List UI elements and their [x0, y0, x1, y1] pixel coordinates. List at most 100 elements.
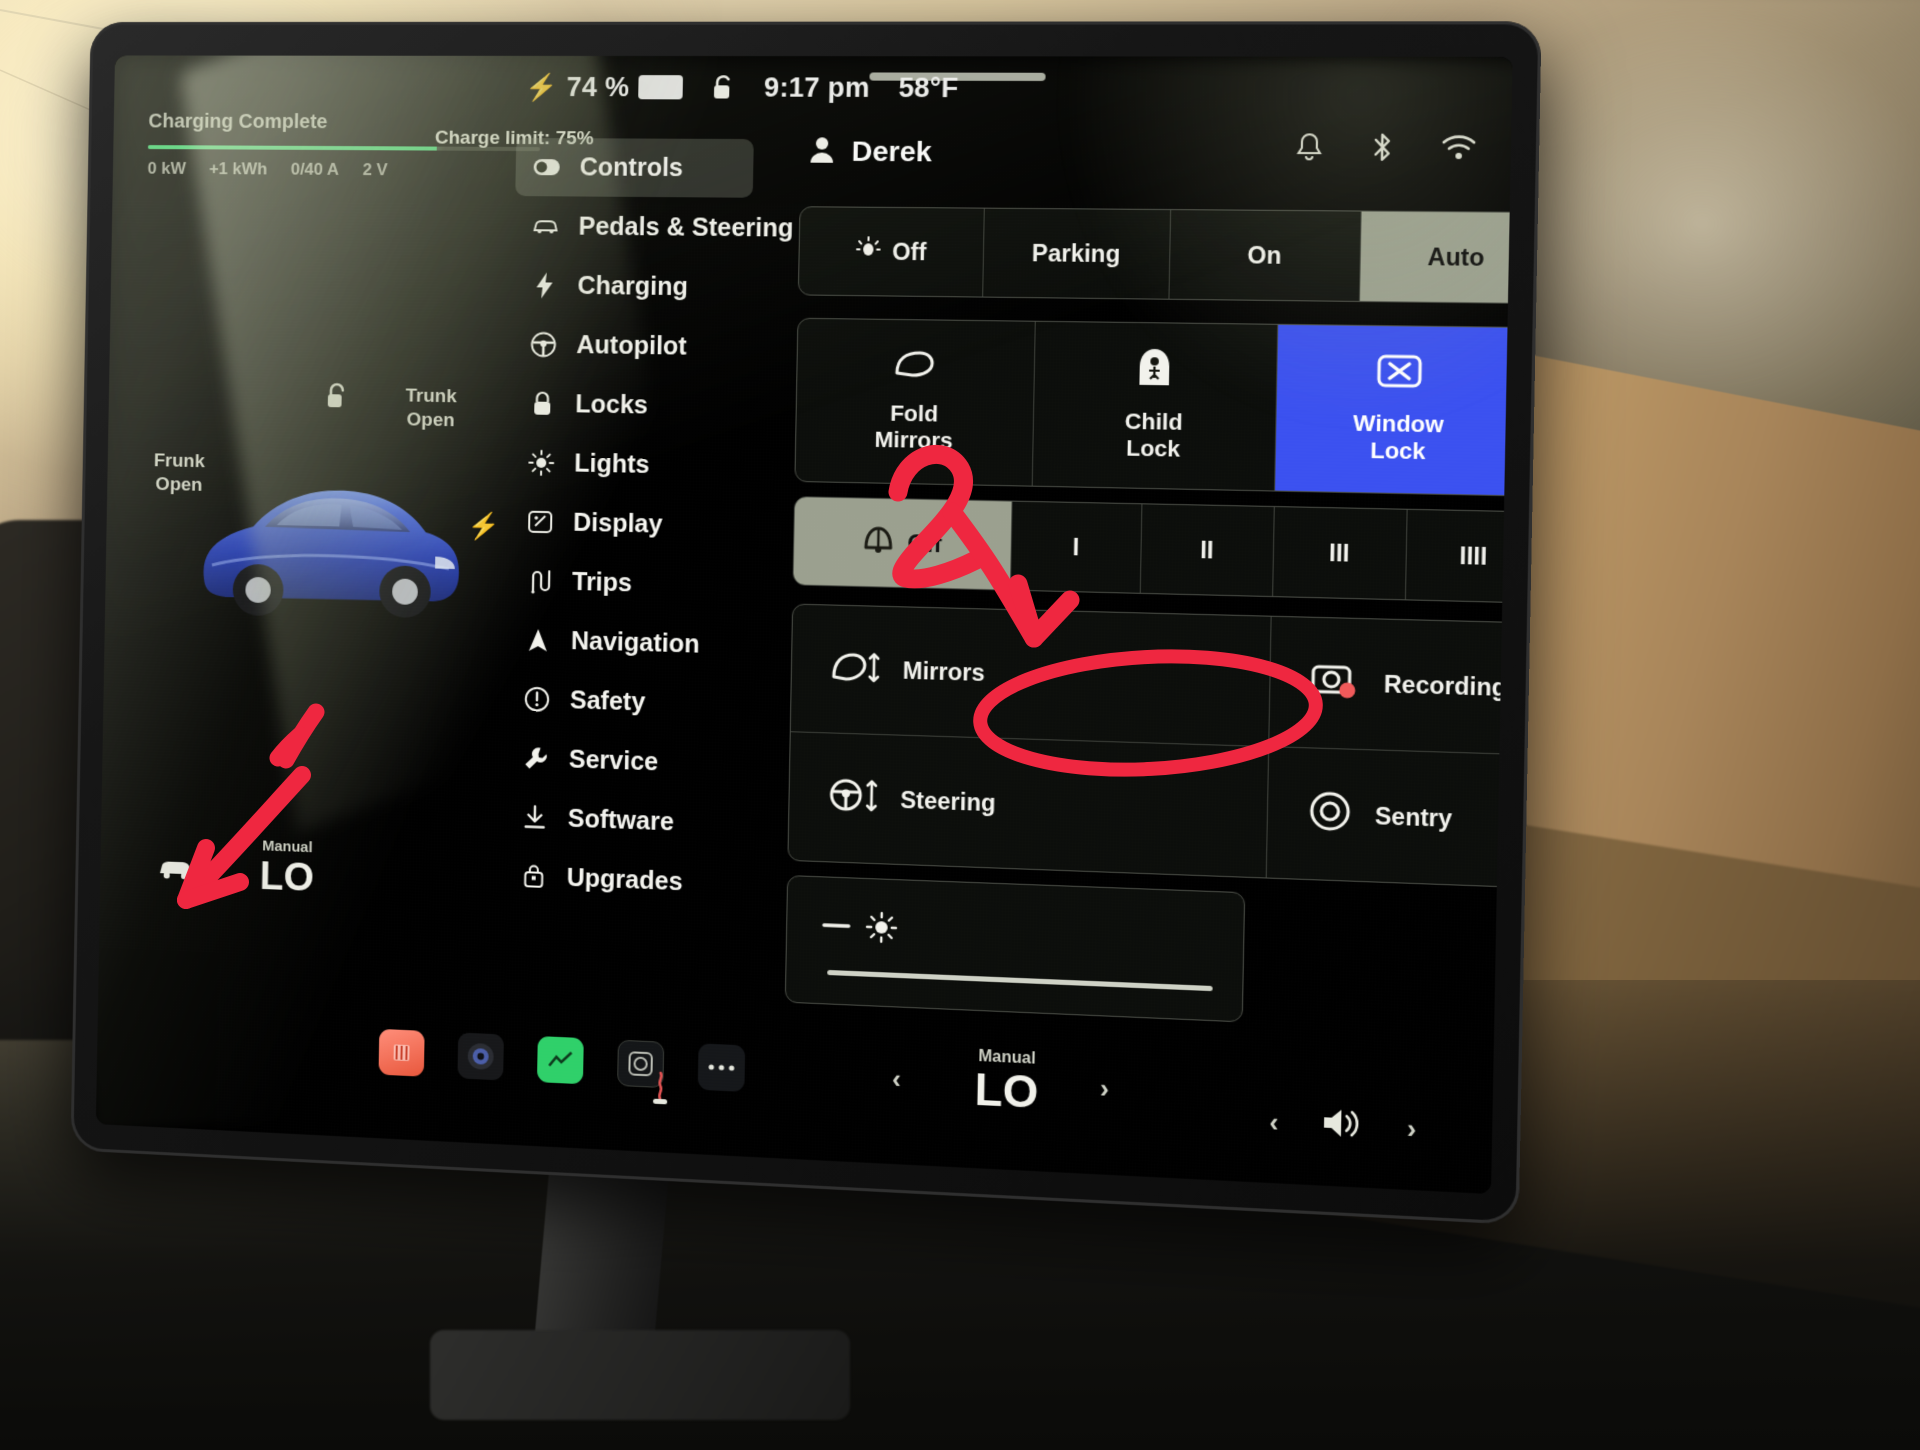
window-lock-line1: Window: [1353, 410, 1444, 438]
wiper-label-off: Off: [907, 530, 942, 558]
brightness-slider-track[interactable]: [827, 970, 1212, 991]
sidebar-item-safety[interactable]: Safety: [506, 669, 759, 735]
car-icon-bottom-left[interactable]: [156, 855, 195, 887]
battery-icon: [638, 75, 683, 99]
wiper-option-off[interactable]: Off: [794, 497, 1013, 589]
bluetooth-icon[interactable]: [1370, 132, 1394, 169]
driver-climate-control[interactable]: Manual LO: [259, 837, 314, 897]
car-visualization[interactable]: Frunk Open Trunk Open ⚡: [98, 154, 534, 1017]
trunk-label-line2: Open: [405, 408, 457, 433]
bag-icon: [521, 863, 547, 890]
lock-icon: [529, 390, 555, 416]
navigation-arrow-icon: [525, 627, 551, 654]
trips-icon: [526, 568, 552, 595]
sidebar-item-display[interactable]: Display: [509, 492, 762, 556]
charging-bolt-icon: ⚡: [525, 71, 558, 102]
brightness-slider-row[interactable]: [785, 875, 1245, 1022]
volume-up-button[interactable]: ›: [1407, 1113, 1417, 1146]
lights-option-parking[interactable]: Parking: [983, 209, 1172, 299]
mirror-adjust-icon: [830, 649, 880, 691]
sidebar-item-pedals-steering[interactable]: Pedals & Steering: [514, 197, 767, 258]
lights-label-auto: Auto: [1427, 243, 1484, 272]
climate-next-button[interactable]: ›: [1100, 1073, 1110, 1105]
sidebar-item-controls[interactable]: Controls: [515, 138, 754, 198]
bell-icon[interactable]: [1295, 132, 1323, 166]
headlight-mode-group[interactable]: Off Parking On Auto: [798, 206, 1513, 304]
lock-controls-group[interactable]: Fold Mirrors Child Lock: [794, 318, 1512, 502]
controls-pane: Derek: [778, 119, 1492, 1193]
sidebar-label-locks: Locks: [575, 390, 648, 420]
sidebar-item-software[interactable]: Software: [503, 787, 756, 854]
fold-mirrors-line1: Fold: [890, 400, 938, 426]
child-lock-line1: Child: [1124, 408, 1182, 435]
seat-heater-icon[interactable]: [647, 1070, 674, 1111]
phone-icon[interactable]: [379, 1029, 425, 1077]
battery-status[interactable]: ⚡ 74 %: [525, 71, 683, 103]
child-lock-label: Child Lock: [1124, 408, 1183, 463]
sidebar-item-upgrades[interactable]: Upgrades: [502, 846, 755, 914]
lights-option-off[interactable]: Off: [799, 207, 984, 296]
sidebar-item-lights[interactable]: Lights: [510, 433, 763, 496]
volume-control[interactable]: ‹ ›: [1269, 1103, 1417, 1148]
camera-icon[interactable]: [457, 1032, 503, 1080]
volume-down-button[interactable]: ‹: [1269, 1106, 1279, 1139]
more-icon[interactable]: [698, 1043, 746, 1092]
driver-climate-temp: LO: [259, 856, 314, 898]
car-icon: [532, 213, 558, 239]
sidebar-item-locks[interactable]: Locks: [511, 374, 764, 437]
dashcam-record-icon: [1311, 661, 1361, 706]
recording-tile[interactable]: Recording: [1269, 617, 1512, 763]
wiper-option-3[interactable]: III: [1273, 507, 1408, 599]
status-icon-tray: [1295, 131, 1476, 168]
sentry-mode-button[interactable]: Sentry: [1267, 747, 1513, 896]
lights-label-off: Off: [892, 238, 927, 266]
sidebar-label-autopilot: Autopilot: [576, 330, 687, 361]
wiper-option-4[interactable]: IIII: [1406, 510, 1513, 603]
sidebar-label-service: Service: [569, 745, 659, 777]
sidebar-item-navigation[interactable]: Navigation: [507, 610, 760, 675]
toggle-icon: [533, 154, 559, 180]
sidebar-item-autopilot[interactable]: Autopilot: [512, 315, 765, 377]
headlight-icon: [855, 235, 882, 268]
adjust-controls-grid[interactable]: Mirrors Recording: [785, 604, 1513, 1045]
window-lock-button[interactable]: Window Lock: [1275, 325, 1513, 496]
mirrors-label: Mirrors: [902, 657, 984, 687]
sidebar-item-service[interactable]: Service: [504, 728, 757, 795]
lights-option-auto[interactable]: Auto: [1359, 212, 1512, 304]
mirrors-adjust-button[interactable]: Mirrors: [791, 605, 1272, 748]
charge-progress-fill: [148, 145, 437, 150]
exclamation-circle-icon: [524, 686, 550, 713]
trunk-label-line1: Trunk: [405, 385, 457, 410]
battery-percent-label: 74 %: [566, 71, 629, 102]
sidebar-label-safety: Safety: [570, 686, 646, 717]
unlocked-lock-icon[interactable]: [711, 73, 736, 101]
child-lock-button[interactable]: Child Lock: [1032, 322, 1277, 491]
wrench-icon: [523, 745, 549, 772]
brightness-slider-icon: [822, 908, 911, 951]
passenger-climate-control[interactable]: Manual LO: [974, 1048, 1039, 1116]
speaker-icon[interactable]: [1321, 1106, 1365, 1146]
recording-label: Recording: [1384, 671, 1507, 703]
energy-icon[interactable]: [537, 1036, 584, 1084]
wiper-speed-group[interactable]: Off I II III IIII Auto: [792, 496, 1512, 609]
app-launcher-row[interactable]: [379, 1029, 746, 1092]
wiper-option-2[interactable]: II: [1141, 504, 1274, 596]
steering-adjust-icon: [828, 776, 878, 820]
lights-option-on[interactable]: On: [1169, 210, 1361, 301]
wiper-option-1[interactable]: I: [1011, 502, 1143, 593]
trunk-status-label: Trunk Open: [405, 385, 457, 433]
sentry-mode-icon: [1308, 790, 1352, 839]
fold-mirrors-line2: Mirrors: [874, 427, 953, 454]
climate-prev-button[interactable]: ‹: [892, 1063, 902, 1095]
person-icon: [808, 135, 835, 169]
settings-sidebar[interactable]: Controls Pedals & Steering Charging: [502, 138, 768, 915]
wiper-icon: [862, 525, 896, 560]
temperature-label: 58°F: [898, 72, 959, 104]
sidebar-item-charging[interactable]: Charging: [513, 256, 766, 317]
sidebar-item-trips[interactable]: Trips: [508, 551, 761, 616]
fold-mirrors-button[interactable]: Fold Mirrors: [795, 319, 1035, 486]
steering-wheel-icon: [530, 331, 556, 357]
steering-adjust-button[interactable]: Steering: [788, 732, 1269, 877]
bolt-icon: [531, 272, 557, 298]
wifi-icon[interactable]: [1441, 134, 1476, 167]
